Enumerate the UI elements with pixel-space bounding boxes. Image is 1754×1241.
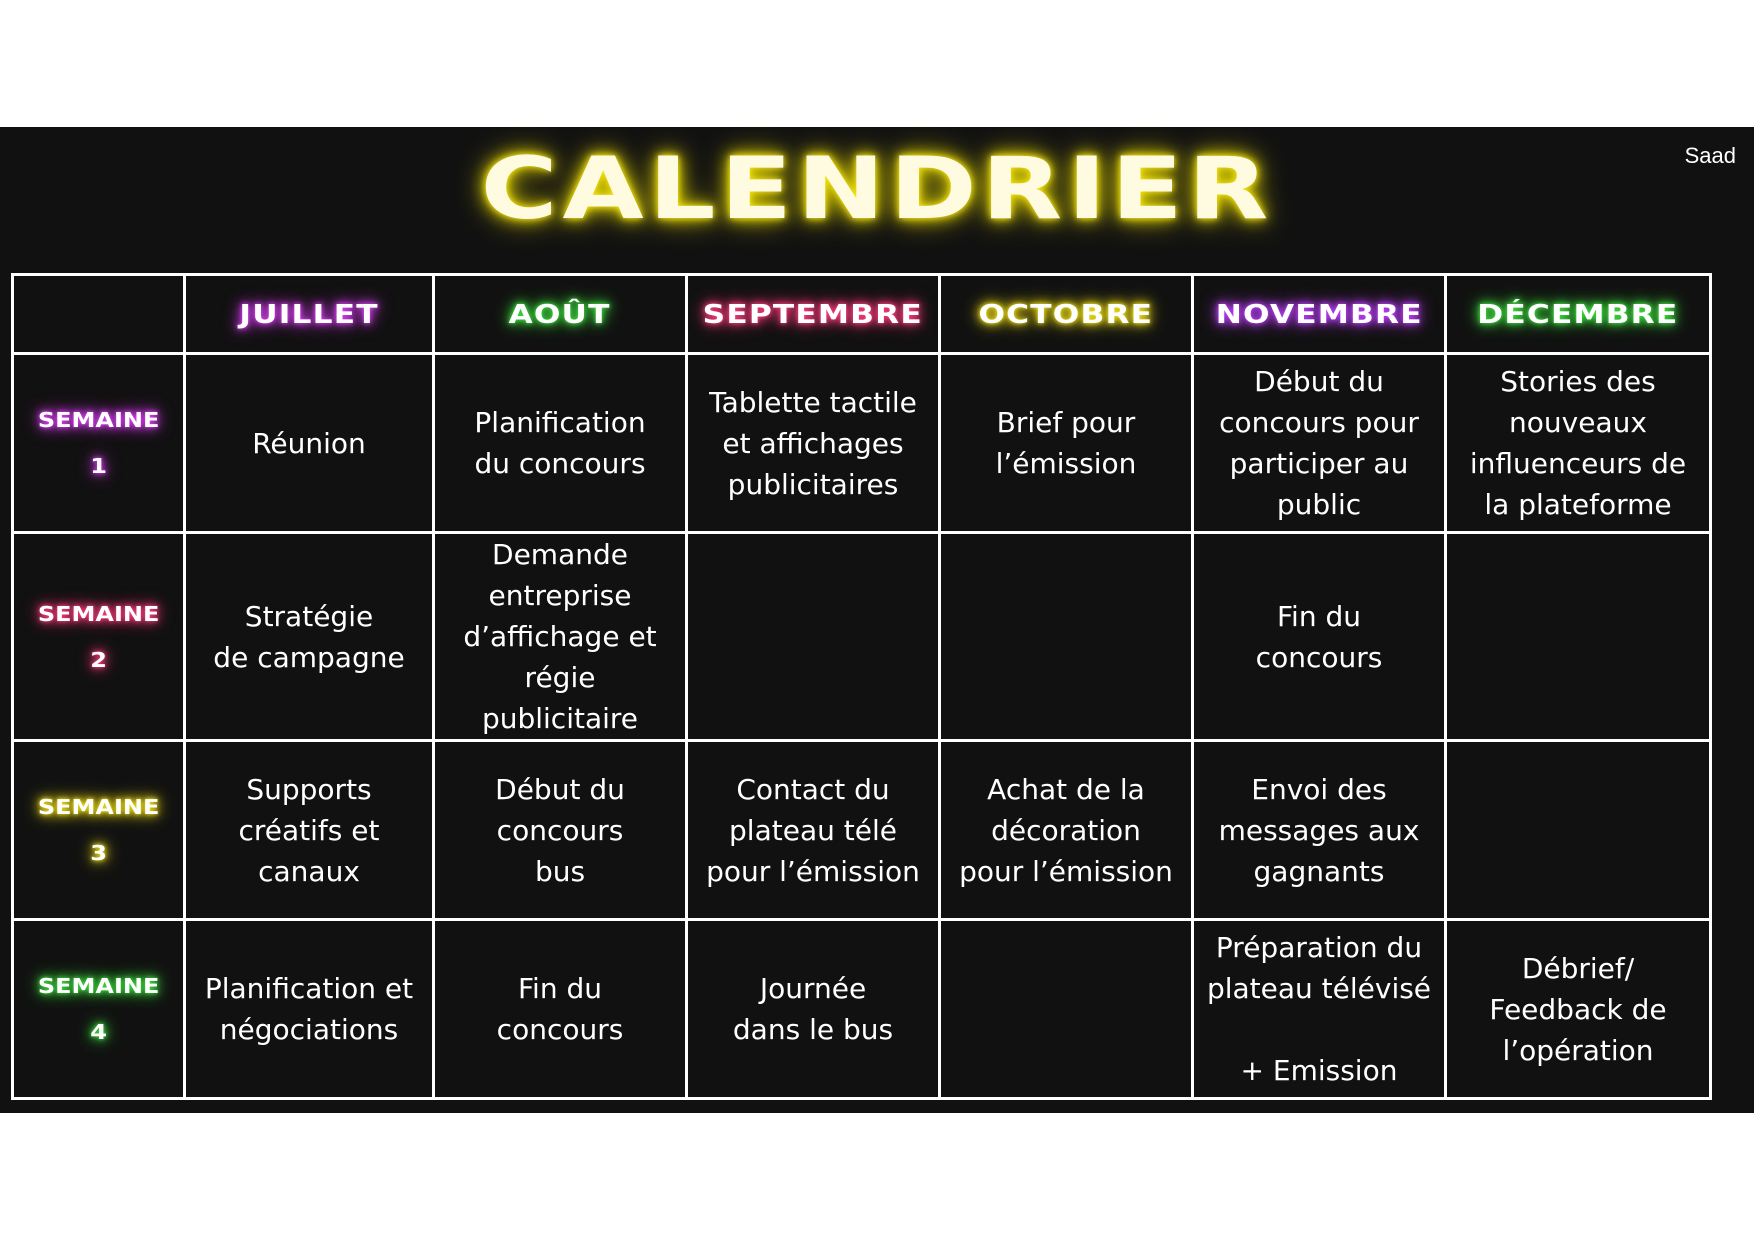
calendar-cell: [938, 918, 1194, 1100]
month-header: DÉCEMBRE: [1444, 273, 1712, 355]
month-header: OCTOBRE: [938, 273, 1194, 355]
calendar-cell: Planification et négociations: [183, 918, 435, 1100]
month-header: SEPTEMBRE: [685, 273, 941, 355]
header-row: JUILLET AOÛT SEPTEMBRE OCTOBRE NOVEMBRE …: [11, 273, 1712, 355]
calendar-cell: Envoi des messages aux gagnants: [1191, 739, 1447, 921]
calendar-cell: Stratégie de campagne: [183, 531, 435, 742]
week-label: SEMAINE 2: [37, 601, 160, 672]
week-row: SEMAINE 1 Réunion Planification du conco…: [11, 352, 1712, 534]
week-label: SEMAINE 3: [37, 795, 160, 865]
calendar-cell: Brief pour l’émission: [938, 352, 1194, 534]
calendar-cell: Demande entreprise d’affichage et régie …: [432, 531, 688, 742]
calendar-cell: [1444, 739, 1712, 921]
calendar-cell: Tablette tactile et affichages publicita…: [685, 352, 941, 534]
calendar-cell: Stories des nouveaux influenceurs de la …: [1444, 352, 1712, 534]
calendar-slide: Saad CALENDRIER JUILLET AOÛT SEPTEMBRE O…: [0, 127, 1754, 1113]
month-label: NOVEMBRE: [1215, 299, 1423, 330]
week-header: SEMAINE 2: [11, 531, 186, 742]
week-row: SEMAINE 3 Supports créatifs et canaux Dé…: [11, 739, 1712, 921]
calendar-cell: Contact du plateau télé pour l’émission: [685, 739, 941, 921]
month-label: OCTOBRE: [978, 299, 1154, 330]
calendar-cell: Fin du concours: [432, 918, 688, 1100]
week-header: SEMAINE 4: [11, 918, 186, 1100]
month-header: NOVEMBRE: [1191, 273, 1447, 355]
calendar-cell: Supports créatifs et canaux: [183, 739, 435, 921]
page-title: CALENDRIER: [480, 139, 1274, 239]
week-label: SEMAINE 1: [37, 408, 160, 478]
month-label: DÉCEMBRE: [1477, 299, 1679, 330]
month-label: SEPTEMBRE: [702, 299, 924, 330]
calendar-cell: Planification du concours: [432, 352, 688, 534]
calendar-cell: Réunion: [183, 352, 435, 534]
month-label: JUILLET: [239, 299, 379, 330]
month-label: AOÛT: [508, 299, 612, 330]
calendar-table: JUILLET AOÛT SEPTEMBRE OCTOBRE NOVEMBRE …: [11, 273, 1712, 1100]
week-row: SEMAINE 2 Stratégie de campagne Demande …: [11, 531, 1712, 742]
month-header: JUILLET: [183, 273, 435, 355]
calendar-cell: Achat de la décoration pour l’émission: [938, 739, 1194, 921]
week-header: SEMAINE 1: [11, 352, 186, 534]
corner-cell: [11, 273, 186, 355]
calendar-cell: Journée dans le bus: [685, 918, 941, 1100]
week-row: SEMAINE 4 Planification et négociations …: [11, 918, 1712, 1100]
calendar-cell: Préparation du plateau télévisé + Emissi…: [1191, 918, 1447, 1100]
calendar-cell: Débrief/ Feedback de l’opération: [1444, 918, 1712, 1100]
week-header: SEMAINE 3: [11, 739, 186, 921]
calendar-cell: Fin du concours: [1191, 531, 1447, 742]
calendar-cell: [938, 531, 1194, 742]
month-header: AOÛT: [432, 273, 688, 355]
calendar-cell: Début du concours bus: [432, 739, 688, 921]
calendar-cell: [685, 531, 941, 742]
calendar-cell: Début du concours pour participer au pub…: [1191, 352, 1447, 534]
week-label: SEMAINE 4: [37, 974, 160, 1044]
calendar-cell: [1444, 531, 1712, 742]
